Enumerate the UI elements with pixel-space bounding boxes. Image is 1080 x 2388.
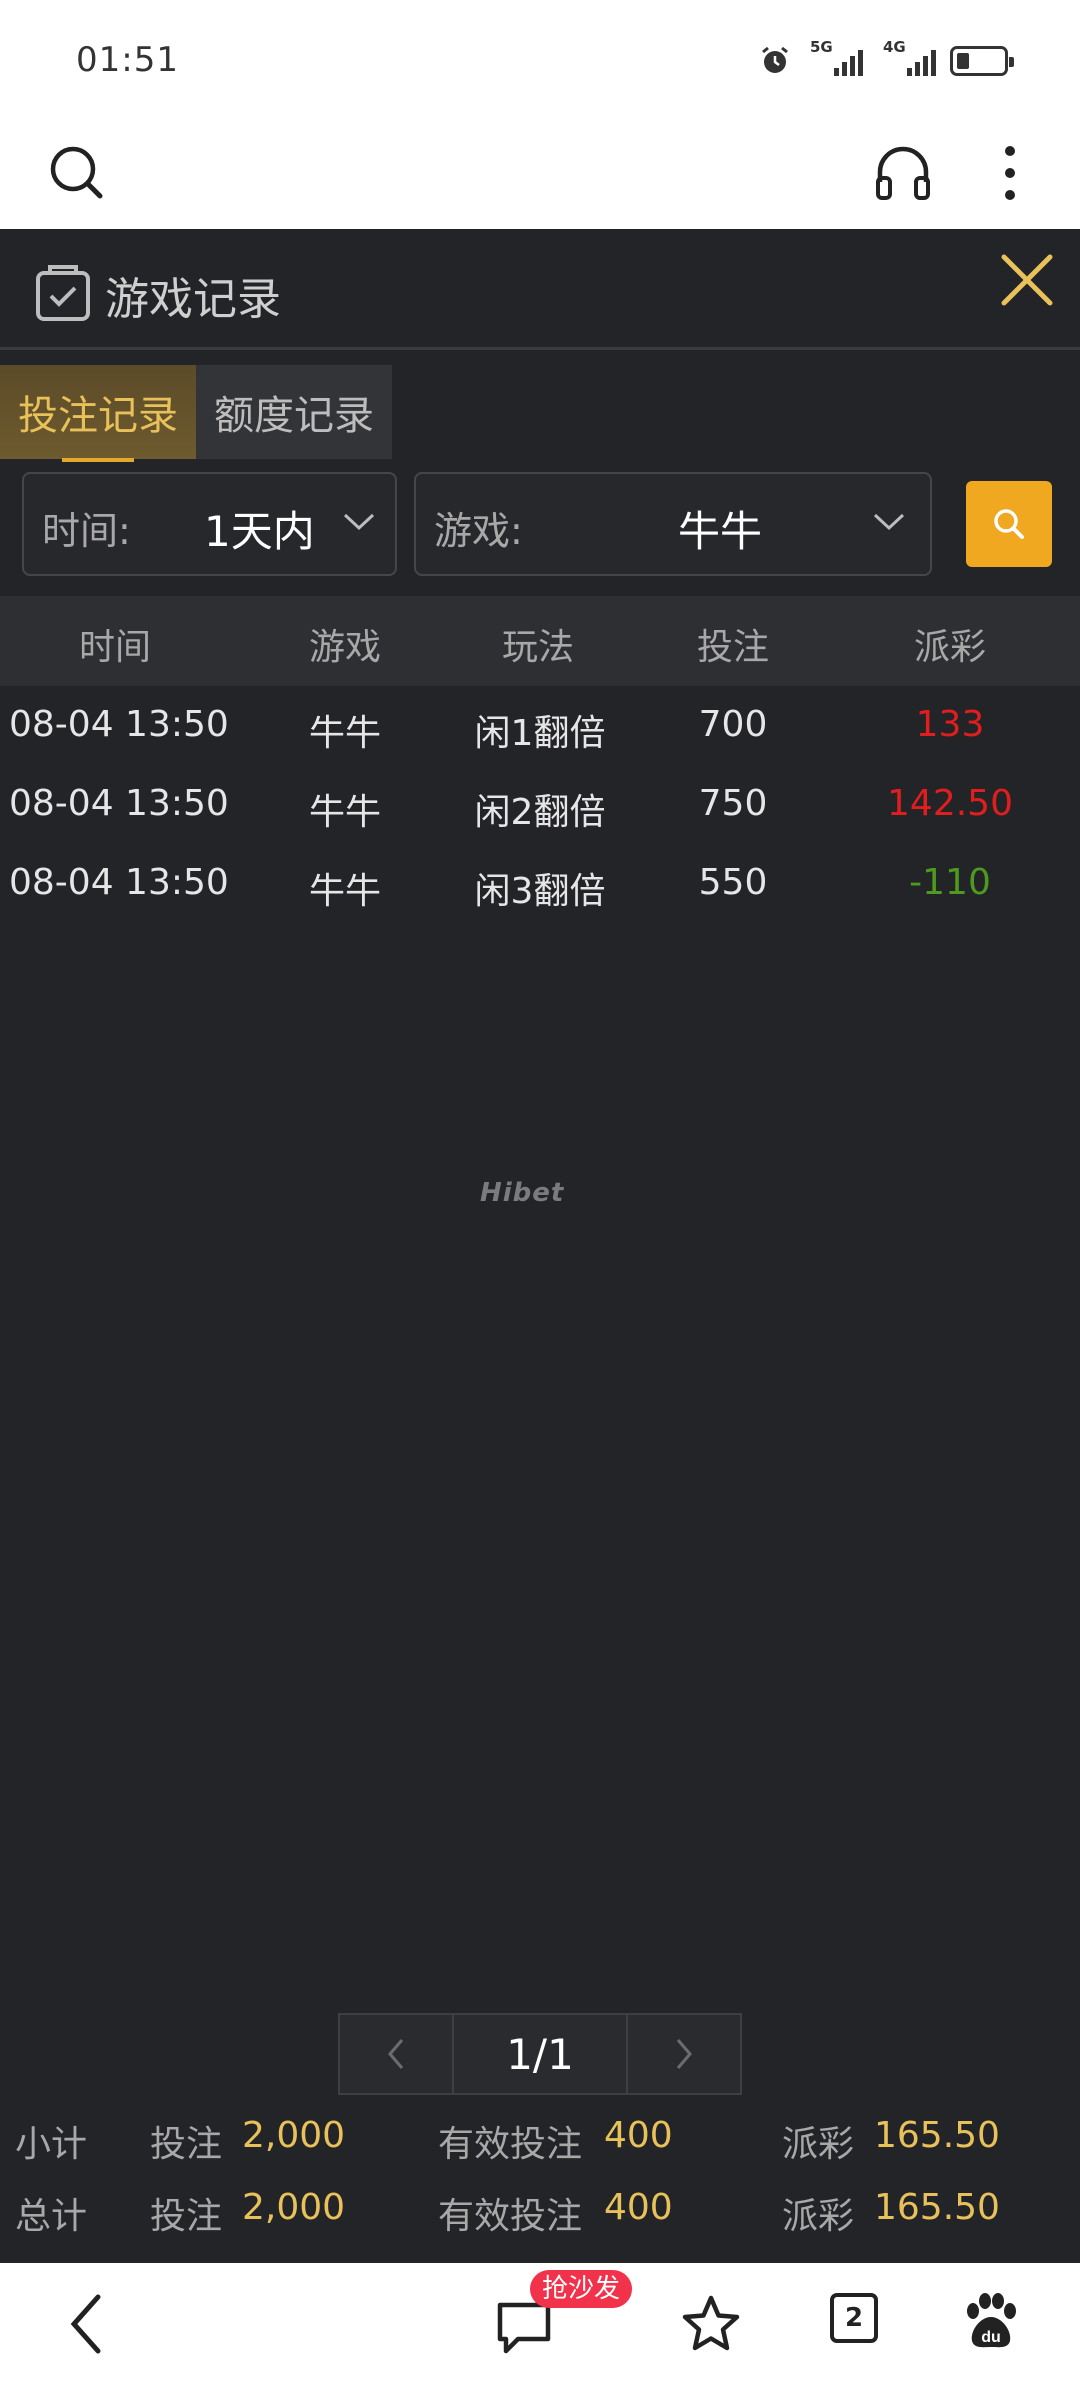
time-filter-label: 时间:: [42, 509, 131, 553]
subtotal-valid-value: 400: [604, 2115, 673, 2156]
cell-play: 闲2翻倍: [474, 792, 606, 833]
cell-payout: 142.50: [887, 783, 1013, 824]
page-indicator: 1/1: [454, 2013, 626, 2095]
signal-4g-icon: 4G: [883, 40, 936, 76]
chevron-right-icon: [676, 2039, 692, 2069]
baidu-paw-icon[interactable]: du: [960, 2291, 1022, 2353]
pagination: 1/1: [338, 2013, 742, 2095]
cell-play: 闲3翻倍: [474, 871, 606, 912]
total-payout-label: 派彩: [782, 2196, 855, 2237]
col-header-game: 游戏: [308, 627, 381, 668]
search-icon[interactable]: [46, 142, 108, 204]
star-icon[interactable]: [680, 2293, 742, 2355]
prev-page-button[interactable]: [338, 2013, 454, 2095]
table-row: 08-04 13:50 牛牛 闲3翻倍 550 -110: [0, 844, 1080, 923]
search-button[interactable]: [966, 481, 1052, 567]
subtotal-row: 小计 投注 2,000 有效投注 400 派彩 165.50: [0, 2107, 1080, 2167]
subtotal-bet-value: 2,000: [242, 2115, 346, 2156]
close-icon[interactable]: [996, 249, 1058, 311]
table-row: 08-04 13:50 牛牛 闲1翻倍 700 133: [0, 686, 1080, 765]
chevron-left-icon: [388, 2039, 404, 2069]
net-5g-label: 5G: [810, 38, 833, 56]
total-bet-label: 投注: [150, 2196, 223, 2237]
status-icons: 5G 4G: [758, 40, 1014, 78]
time-filter-select[interactable]: 时间: 1天内: [22, 472, 397, 576]
tab-bet-records[interactable]: 投注记录: [0, 365, 196, 462]
bottom-navigation: 抢沙发 2 du: [0, 2263, 1080, 2388]
col-header-play: 玩法: [501, 627, 574, 668]
records-table: 08-04 13:50 牛牛 闲1翻倍 700 133 08-04 13:50 …: [0, 686, 1080, 923]
more-menu-icon[interactable]: [1000, 142, 1020, 204]
tab-credit-records[interactable]: 额度记录: [196, 365, 392, 459]
battery-icon: [950, 46, 1014, 76]
game-filter-value: 牛牛: [678, 507, 763, 556]
alarm-icon: [762, 46, 788, 73]
cell-payout: 133: [915, 704, 985, 745]
svg-text:du: du: [981, 2329, 1001, 2346]
panel-header: 游戏记录: [0, 229, 1080, 350]
chevron-down-icon: [343, 513, 375, 531]
game-filter-select[interactable]: 游戏: 牛牛: [414, 472, 932, 576]
signal-5g-icon: 5G: [810, 40, 863, 76]
table-header: 时间 游戏 玩法 投注 派彩: [0, 596, 1080, 686]
total-payout-value: 165.50: [874, 2187, 1000, 2228]
cell-bet: 700: [698, 704, 768, 745]
panel-title: 游戏记录: [105, 274, 281, 325]
subtotal-valid-label: 有效投注: [438, 2124, 583, 2165]
cell-time: 08-04 13:50: [9, 783, 229, 824]
col-header-bet: 投注: [696, 627, 769, 668]
headphone-icon[interactable]: [872, 142, 934, 204]
subtotal-payout-label: 派彩: [782, 2124, 855, 2165]
chevron-down-icon: [873, 513, 905, 531]
table-row: 08-04 13:50 牛牛 闲2翻倍 750 142.50: [0, 765, 1080, 844]
subtotal-bet-label: 投注: [150, 2124, 223, 2165]
cell-time: 08-04 13:50: [9, 704, 229, 745]
col-header-payout: 派彩: [913, 627, 986, 668]
status-time: 01:51: [76, 40, 179, 80]
total-valid-value: 400: [604, 2187, 673, 2228]
game-filter-label: 游戏:: [434, 509, 523, 553]
cell-game: 牛牛: [308, 871, 381, 912]
cell-time: 08-04 13:50: [9, 862, 229, 903]
subtotal-label: 小计: [15, 2124, 88, 2165]
next-page-button[interactable]: [626, 2013, 742, 2095]
total-row: 总计 投注 2,000 有效投注 400 派彩 165.50: [0, 2179, 1080, 2239]
watermark-logo: Hibet: [480, 1178, 565, 1208]
net-4g-label: 4G: [883, 38, 906, 56]
clipboard-check-icon: [36, 265, 90, 321]
search-icon: [994, 509, 1024, 539]
cell-game: 牛牛: [308, 792, 381, 833]
subtotal-payout-value: 165.50: [874, 2115, 1000, 2156]
tabs-count-button[interactable]: 2: [830, 2293, 878, 2343]
record-tabs: 投注记录 额度记录: [0, 365, 392, 462]
total-label: 总计: [15, 2196, 88, 2237]
game-records-panel: 游戏记录 投注记录 额度记录 时间: 1天内 游戏: 牛牛 时间 游戏 玩法 投…: [0, 229, 1080, 2263]
cell-bet: 750: [698, 783, 768, 824]
cell-payout: -110: [909, 862, 991, 903]
time-filter-value: 1天内: [204, 507, 315, 556]
total-bet-value: 2,000: [242, 2187, 346, 2228]
cell-bet: 550: [698, 862, 768, 903]
browser-toolbar: [0, 120, 1080, 230]
status-bar: 01:51 5G 4G: [0, 0, 1080, 120]
col-header-time: 时间: [78, 627, 151, 668]
total-valid-label: 有效投注: [438, 2196, 583, 2237]
comment-badge: 抢沙发: [530, 2270, 633, 2308]
cell-game: 牛牛: [308, 713, 381, 754]
back-icon[interactable]: [66, 2291, 106, 2357]
cell-play: 闲1翻倍: [474, 713, 606, 754]
